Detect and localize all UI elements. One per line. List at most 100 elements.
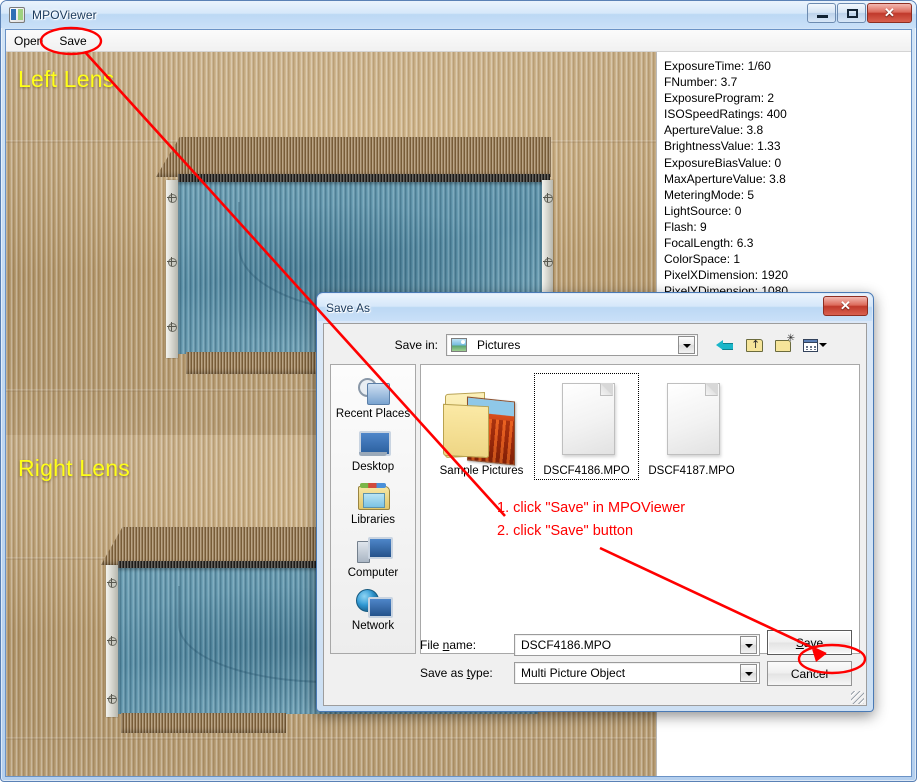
- panel-rail-left: [166, 180, 178, 358]
- chevron-down-icon[interactable]: [678, 336, 695, 354]
- exif-line: ISOSpeedRatings: 400: [664, 107, 787, 122]
- pictures-folder-icon: [451, 338, 467, 352]
- computer-icon: [356, 534, 393, 566]
- chevron-down-icon[interactable]: [740, 636, 757, 654]
- annotation-step-2: 2. click "Save" button: [497, 523, 634, 539]
- menu-open[interactable]: Open: [6, 32, 51, 50]
- screw-icon: [543, 257, 553, 267]
- views-grid-dots: [805, 345, 816, 350]
- left-lens-label: Left Lens: [18, 66, 115, 92]
- exif-line: ExposureTime: 1/60: [664, 59, 771, 73]
- file-name-row: File name: DSCF4186.MPO: [324, 634, 760, 656]
- save-as-type-combobox[interactable]: Multi Picture Object: [514, 662, 760, 684]
- cardboard-seam: [6, 737, 656, 740]
- save-as-type-value: Multi Picture Object: [521, 666, 626, 680]
- file-item-dscf4186[interactable]: DSCF4186.MPO: [534, 373, 639, 480]
- exif-line: ApertureValue: 3.8: [664, 123, 764, 138]
- screw-icon: [543, 193, 553, 203]
- menubar: Open Save: [6, 30, 911, 52]
- file-item-label: DSCF4186.MPO: [543, 465, 630, 477]
- place-network[interactable]: Network: [331, 587, 415, 632]
- exif-line: LightSource: 0: [664, 203, 742, 218]
- resize-grip[interactable]: [851, 691, 864, 704]
- save-as-type-row: Save as type: Multi Picture Object: [324, 662, 760, 684]
- network-icon: [356, 587, 393, 619]
- minimize-button[interactable]: [807, 3, 836, 23]
- exif-line: FNumber: 3.7: [664, 75, 738, 90]
- save-button-label: ave: [803, 635, 824, 650]
- exif-line: FocalLength: 6.3: [664, 236, 754, 251]
- dialog-close-button[interactable]: ✕: [823, 296, 868, 316]
- exif-line: BrightnessValue: 1.33: [664, 139, 781, 154]
- chevron-down-icon[interactable]: [740, 664, 757, 682]
- new-folder-icon[interactable]: [774, 333, 795, 354]
- cancel-button[interactable]: Cancel: [767, 661, 852, 686]
- place-desktop[interactable]: Desktop: [331, 428, 415, 473]
- document-icon: [545, 377, 629, 463]
- dialog-toolbar: [716, 333, 827, 354]
- views-icon[interactable]: [803, 336, 827, 354]
- save-in-value: Pictures: [477, 338, 521, 352]
- exif-line: MeteringMode: 5: [664, 187, 755, 202]
- screw-icon: [107, 694, 117, 704]
- exif-line: Flash: 9: [664, 219, 707, 234]
- place-libraries[interactable]: Libraries: [331, 481, 415, 526]
- file-name-input[interactable]: DSCF4186.MPO: [515, 638, 740, 652]
- file-name-label: File name:: [324, 638, 514, 652]
- screw-icon: [167, 322, 177, 332]
- file-item-sample-pictures[interactable]: Sample Pictures: [429, 373, 534, 480]
- save-as-type-label-pre: Save as: [420, 666, 467, 680]
- save-in-row: Save in: Pictures: [324, 332, 866, 358]
- cardboard-flap-bottom-left: [186, 352, 336, 374]
- dialog-title: Save As: [326, 300, 371, 315]
- save-as-type-label: Save as type:: [324, 666, 514, 680]
- dialog-buttons: Save Cancel: [767, 630, 852, 686]
- place-label: Network: [351, 620, 395, 632]
- libraries-icon: [356, 481, 390, 513]
- place-computer[interactable]: Computer: [331, 534, 415, 579]
- mpoviewer-window: MPOViewer ✕ Open Save Left Lens Right Le…: [0, 0, 917, 782]
- screw-icon: [107, 578, 117, 588]
- save-button[interactable]: Save: [767, 630, 852, 655]
- window-title: MPOViewer: [32, 7, 97, 22]
- close-button[interactable]: ✕: [867, 3, 912, 23]
- file-item-label: DSCF4187.MPO: [648, 465, 735, 477]
- save-as-type-label-post: ype:: [470, 666, 493, 680]
- save-in-label: Save in:: [394, 338, 438, 352]
- annotation-step-1: 1. click "Save" in MPOViewer: [497, 500, 686, 516]
- file-item-label: Sample Pictures: [439, 465, 524, 477]
- file-name-label-pre: File: [420, 638, 443, 652]
- save-in-combobox[interactable]: Pictures: [446, 334, 698, 356]
- places-bar: Recent Places Desktop Libraries Computer…: [330, 364, 416, 654]
- menu-save[interactable]: Save: [51, 32, 94, 50]
- chevron-down-icon[interactable]: [819, 343, 827, 347]
- back-icon[interactable]: [716, 336, 736, 354]
- screw-icon: [167, 193, 177, 203]
- cardboard-flap-bottom-right: [121, 713, 286, 733]
- window-titlebar[interactable]: MPOViewer ✕: [1, 1, 916, 28]
- place-recent-places[interactable]: Recent Places: [331, 375, 415, 420]
- exif-line: ExposureProgram: 2: [664, 91, 775, 106]
- exif-line: MaxApertureValue: 3.8: [664, 171, 786, 186]
- caption-buttons: ✕: [807, 3, 912, 23]
- close-icon: ✕: [840, 298, 851, 313]
- file-name-label-post: ame:: [449, 638, 477, 652]
- place-label: Computer: [347, 567, 399, 579]
- place-label: Libraries: [350, 514, 396, 526]
- maximize-button[interactable]: [837, 3, 866, 23]
- up-folder-icon[interactable]: [745, 336, 765, 354]
- screw-icon: [107, 636, 117, 646]
- right-lens-label: Right Lens: [18, 455, 130, 481]
- cardboard-flap-left: [156, 137, 551, 177]
- exif-line: ExposureBiasValue: 0: [664, 155, 782, 170]
- minimize-icon: [817, 15, 828, 18]
- folder-icon: [440, 377, 524, 466]
- dialog-titlebar[interactable]: Save As ✕: [318, 294, 872, 321]
- close-icon: ✕: [884, 5, 895, 20]
- file-name-combobox[interactable]: DSCF4186.MPO: [514, 634, 760, 656]
- document-icon: [650, 377, 734, 463]
- place-label: Desktop: [351, 461, 395, 473]
- file-item-dscf4187[interactable]: DSCF4187.MPO: [639, 373, 744, 480]
- maximize-icon: [847, 9, 858, 18]
- recent-places-icon: [356, 375, 390, 407]
